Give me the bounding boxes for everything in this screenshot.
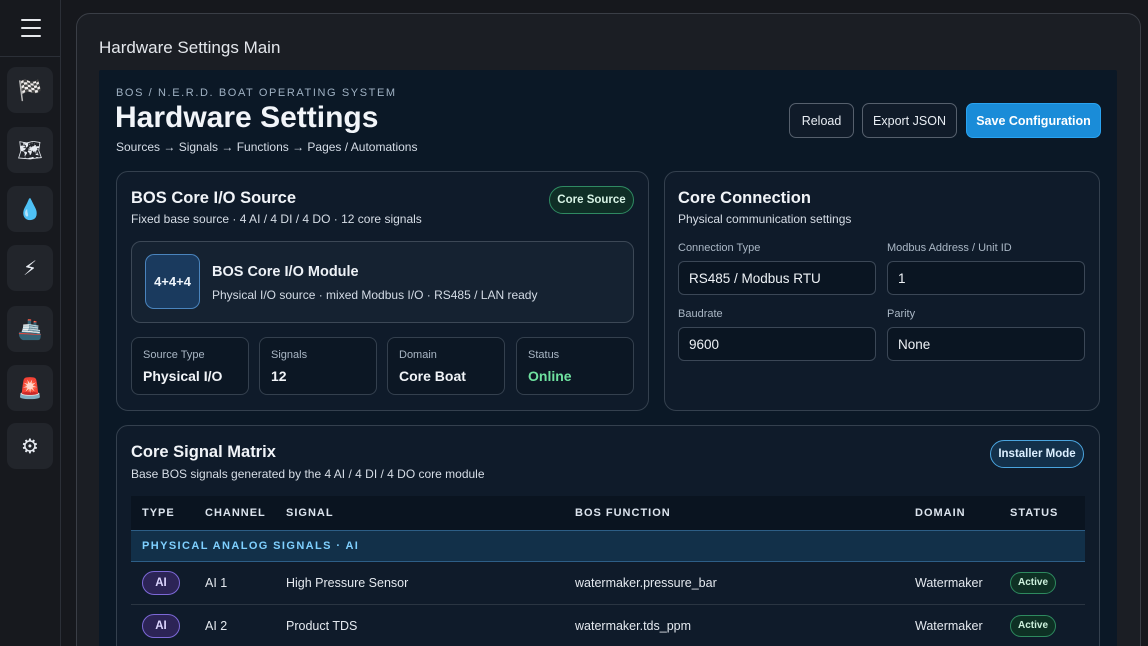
save-configuration-button[interactable]: Save Configuration <box>966 103 1101 138</box>
status-online-value: Online <box>528 368 572 384</box>
core-source-title: BOS Core I/O Source <box>131 189 297 207</box>
signal-matrix-subtitle: Base BOS signals generated by the 4 AI /… <box>131 467 485 481</box>
stat-value: Physical I/O <box>143 368 223 384</box>
core-source-subtitle: Fixed base source · 4 AI / 4 DI / 4 DO ·… <box>131 212 422 226</box>
reload-button[interactable]: Reload <box>789 103 854 138</box>
stat-label: Signals <box>271 349 308 361</box>
stat-label: Source Type <box>143 349 205 361</box>
stat-signals: Signals 12 <box>259 337 377 395</box>
signal-matrix-title: Core Signal Matrix <box>131 443 276 461</box>
core-module-name: BOS Core I/O Module <box>212 264 359 280</box>
status-cell: Active <box>999 561 1085 605</box>
core-module-description: Physical I/O source · mixed Modbus I/O ·… <box>212 288 538 302</box>
column-header: DOMAIN <box>915 506 966 519</box>
table-row[interactable]: AI AI 1 High Pressure Sensor watermaker.… <box>131 561 1085 605</box>
stat-source-type: Source Type Physical I/O <box>131 337 249 395</box>
baudrate-label: Baudrate <box>678 308 723 320</box>
function-cell: watermaker.tds_ppm <box>564 604 904 646</box>
lightning-icon[interactable]: ⚡ <box>7 245 53 291</box>
column-header: CHANNEL <box>205 506 266 519</box>
window-title: Hardware Settings Main <box>99 38 281 57</box>
modbus-address-label: Modbus Address / Unit ID <box>887 242 1012 254</box>
water-drop-icon[interactable]: 💧 <box>7 186 53 232</box>
type-cell: AI <box>131 604 194 646</box>
channel-cell: AI 1 <box>194 561 275 605</box>
type-badge: AI <box>142 613 180 638</box>
core-connection-subtitle: Physical communication settings <box>678 212 852 226</box>
baudrate-select[interactable]: 9600 <box>678 327 876 361</box>
status-badge: Active <box>1010 571 1056 594</box>
stat-domain: Domain Core Boat <box>387 337 505 395</box>
signal-table: TYPE CHANNEL SIGNAL BOS FUNCTION DOMAIN … <box>131 496 1085 646</box>
group-label: PHYSICAL ANALOG SIGNALS · AI <box>131 529 1085 562</box>
group-row: PHYSICAL ANALOG SIGNALS · AI <box>131 529 1085 562</box>
map-icon[interactable]: 🗺 <box>7 127 53 173</box>
function-cell: watermaker.pressure_bar <box>564 561 904 605</box>
type-badge: AI <box>142 570 180 595</box>
domain-cell: Watermaker <box>904 604 999 646</box>
gear-icon[interactable]: ⚙ <box>7 423 53 469</box>
installer-mode-badge[interactable]: Installer Mode <box>990 440 1084 468</box>
core-source-badge: Core Source <box>549 186 634 214</box>
channel-cell: AI 2 <box>194 604 275 646</box>
column-header: BOS FUNCTION <box>575 506 671 519</box>
configuration-flow: Sources → Signals → Functions → Pages / … <box>116 140 418 154</box>
parity-label: Parity <box>887 308 916 320</box>
stat-label: Status <box>528 349 560 361</box>
column-header: TYPE <box>142 506 175 519</box>
table-row[interactable]: AI AI 2 Product TDS watermaker.tds_ppm W… <box>131 604 1085 646</box>
stat-label: Domain <box>399 349 437 361</box>
export-json-button[interactable]: Export JSON <box>862 103 957 138</box>
status-badge: Active <box>1010 614 1056 637</box>
ship-icon[interactable]: 🚢 <box>7 306 53 352</box>
status-cell: Active <box>999 604 1085 646</box>
hamburger-menu-icon[interactable] <box>0 0 61 57</box>
signal-cell: Product TDS <box>275 604 564 646</box>
connection-type-label: Connection Type <box>678 242 761 254</box>
table-header: TYPE CHANNEL SIGNAL BOS FUNCTION DOMAIN … <box>131 496 1085 530</box>
type-cell: AI <box>131 561 194 605</box>
core-module-panel <box>131 241 634 323</box>
app-eyebrow: BOS / N.E.R.D. BOAT OPERATING SYSTEM <box>116 87 397 99</box>
parity-select[interactable]: None <box>887 327 1085 361</box>
stat-value: 12 <box>271 368 287 384</box>
column-header: STATUS <box>1010 506 1059 519</box>
connection-type-select[interactable]: RS485 / Modbus RTU <box>678 261 876 295</box>
signal-cell: High Pressure Sensor <box>275 561 564 605</box>
stat-status: Status Online <box>516 337 634 395</box>
domain-cell: Watermaker <box>904 561 999 605</box>
modbus-address-input[interactable]: 1 <box>887 261 1085 295</box>
page-title: Hardware Settings <box>115 101 379 134</box>
sidebar: 🏁 🗺 💧 ⚡ 🚢 🚨 ⚙ <box>0 0 61 646</box>
core-module-icon: 4+4+4 <box>145 254 200 309</box>
stat-value: Core Boat <box>399 368 466 384</box>
alarm-light-icon[interactable]: 🚨 <box>7 365 53 411</box>
column-header: SIGNAL <box>286 506 334 519</box>
core-connection-title: Core Connection <box>678 189 811 207</box>
checkered-flag-icon[interactable]: 🏁 <box>7 67 53 113</box>
